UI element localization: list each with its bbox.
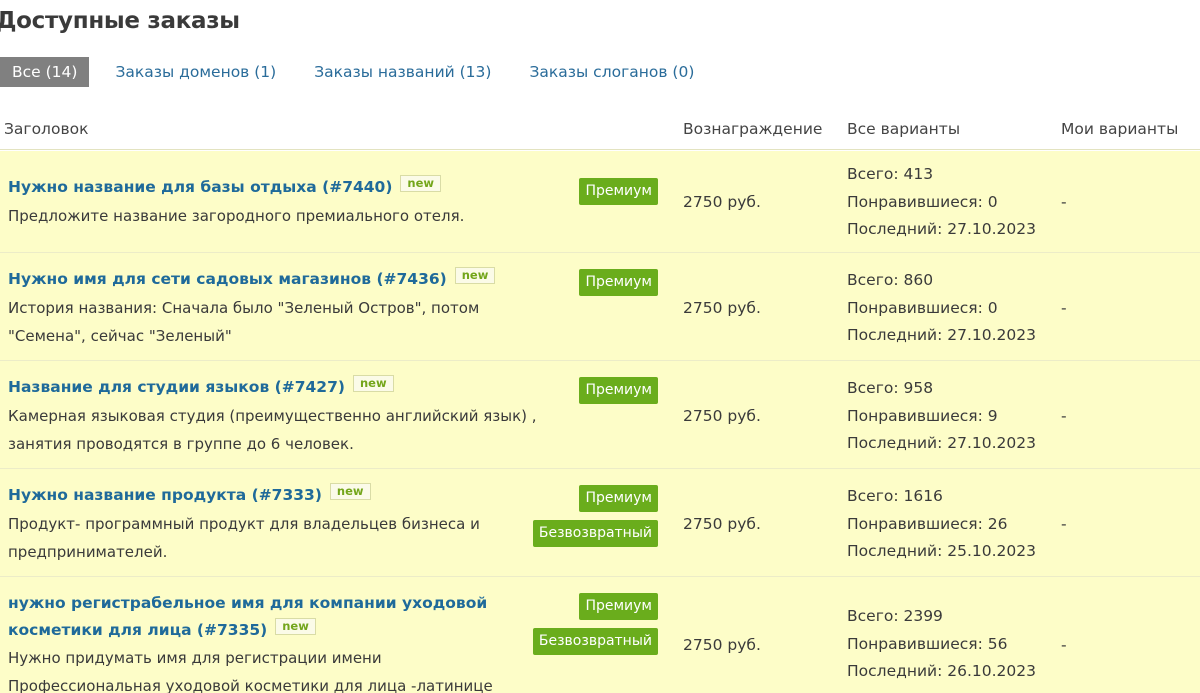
order-title-link[interactable]: нужно регистрабельное имя для компании у…: [8, 594, 487, 639]
order-description: Продукт- программный продукт для владель…: [8, 515, 480, 561]
variants-total: Всего: 413: [847, 165, 934, 183]
order-description: История названия: Сначала было "Зеленый …: [8, 299, 480, 345]
premium-badge: Премиум: [579, 593, 658, 620]
order-reward: 2750 руб.: [683, 299, 761, 317]
order-description: Предложите название загородного премиаль…: [8, 207, 465, 225]
table-row: Нужно имя для сети садовых магазинов (#7…: [0, 253, 1200, 361]
new-badge: new: [275, 618, 316, 635]
variants-last: Последний: 27.10.2023: [847, 220, 1036, 238]
my-variants: -: [1061, 515, 1067, 533]
variants-liked: Понравившиеся: 0: [847, 192, 998, 211]
column-all-variants-header: Все варианты: [847, 120, 961, 138]
table-row: нужно регистрабельное имя для компании у…: [0, 577, 1200, 693]
new-badge: new: [454, 267, 496, 284]
variants-liked: Понравившиеся: 9: [847, 406, 998, 425]
premium-badge: Премиум: [579, 377, 658, 404]
variants-total: Всего: 958: [847, 379, 934, 397]
variants-total: Всего: 860: [847, 271, 934, 289]
variants-liked: Понравившиеся: 0: [847, 298, 998, 317]
my-variants: -: [1061, 193, 1067, 211]
table-row: Нужно название для базы отдыха (#7440) ne…: [0, 151, 1200, 253]
premium-badge: Премиум: [579, 178, 658, 205]
tab-all[interactable]: Все (14): [0, 57, 90, 87]
variants-total: Всего: 2399: [847, 607, 943, 625]
order-description: Нужно придумать имя для регистрации имен…: [8, 649, 493, 693]
order-badges: Премиум Безвозвратный: [532, 593, 658, 663]
my-variants: -: [1061, 407, 1067, 425]
order-variants-stats: Всего: 860 Понравившиеся: 0 Последний: 2…: [847, 267, 1036, 350]
order-description: Камерная языковая студия (преимущественн…: [8, 407, 537, 453]
variants-last: Последний: 25.10.2023: [847, 542, 1036, 560]
order-title-link[interactable]: Название для студии языков (#7427): [8, 378, 345, 396]
new-badge: new: [352, 375, 394, 392]
variants-last: Последний: 27.10.2023: [847, 326, 1036, 344]
order-reward: 2750 руб.: [683, 193, 761, 211]
non-refundable-badge: Безвозвратный: [532, 520, 658, 547]
order-variants-stats: Всего: 413 Понравившиеся: 0 Последний: 2…: [847, 161, 1036, 244]
table-header: Заголовок Вознаграждение Все варианты Мо…: [0, 108, 1200, 150]
order-badges: Премиум: [579, 178, 658, 213]
new-badge: new: [400, 175, 442, 192]
tab-names[interactable]: Заказы названий (13): [302, 57, 503, 87]
variants-liked: Понравившиеся: 26: [847, 514, 1008, 533]
order-badges: Премиум: [579, 377, 658, 412]
order-variants-stats: Всего: 958 Понравившиеся: 9 Последний: 2…: [847, 375, 1036, 458]
orders-table: Нужно название для базы отдыха (#7440) ne…: [0, 151, 1200, 693]
tab-domains[interactable]: Заказы доменов (1): [103, 57, 288, 87]
order-title-link[interactable]: Нужно название продукта (#7333): [8, 486, 322, 504]
my-variants: -: [1061, 299, 1067, 317]
order-title-link[interactable]: Нужно имя для сети садовых магазинов (#7…: [8, 270, 447, 288]
table-row: Нужно название продукта (#7333) new Проду…: [0, 469, 1200, 577]
column-my-variants-header: Мои варианты: [1061, 120, 1179, 138]
variants-total: Всего: 1616: [847, 487, 943, 505]
column-reward-header: Вознаграждение: [683, 120, 823, 138]
variants-last: Последний: 26.10.2023: [847, 662, 1036, 680]
premium-badge: Премиум: [579, 485, 658, 512]
table-row: Название для студии языков (#7427) new Ка…: [0, 361, 1200, 469]
tab-slogans[interactable]: Заказы слоганов (0): [517, 57, 706, 87]
new-badge: new: [329, 483, 371, 500]
order-title-link[interactable]: Нужно название для базы отдыха (#7440): [8, 178, 392, 196]
page-title: Доступные заказы: [0, 8, 240, 34]
order-reward: 2750 руб.: [683, 515, 761, 533]
order-reward: 2750 руб.: [683, 636, 761, 654]
order-reward: 2750 руб.: [683, 407, 761, 425]
order-variants-stats: Всего: 2399 Понравившиеся: 56 Последний:…: [847, 603, 1036, 686]
column-title-header: Заголовок: [4, 120, 89, 138]
my-variants: -: [1061, 636, 1067, 654]
premium-badge: Премиум: [579, 269, 658, 296]
variants-liked: Понравившиеся: 56: [847, 634, 1008, 653]
non-refundable-badge: Безвозвратный: [532, 628, 658, 655]
variants-last: Последний: 27.10.2023: [847, 434, 1036, 452]
order-badges: Премиум Безвозвратный: [532, 485, 658, 555]
order-variants-stats: Всего: 1616 Понравившиеся: 26 Последний:…: [847, 483, 1036, 566]
order-type-tabs: Все (14) Заказы доменов (1) Заказы назва…: [0, 57, 720, 87]
order-badges: Премиум: [579, 269, 658, 304]
